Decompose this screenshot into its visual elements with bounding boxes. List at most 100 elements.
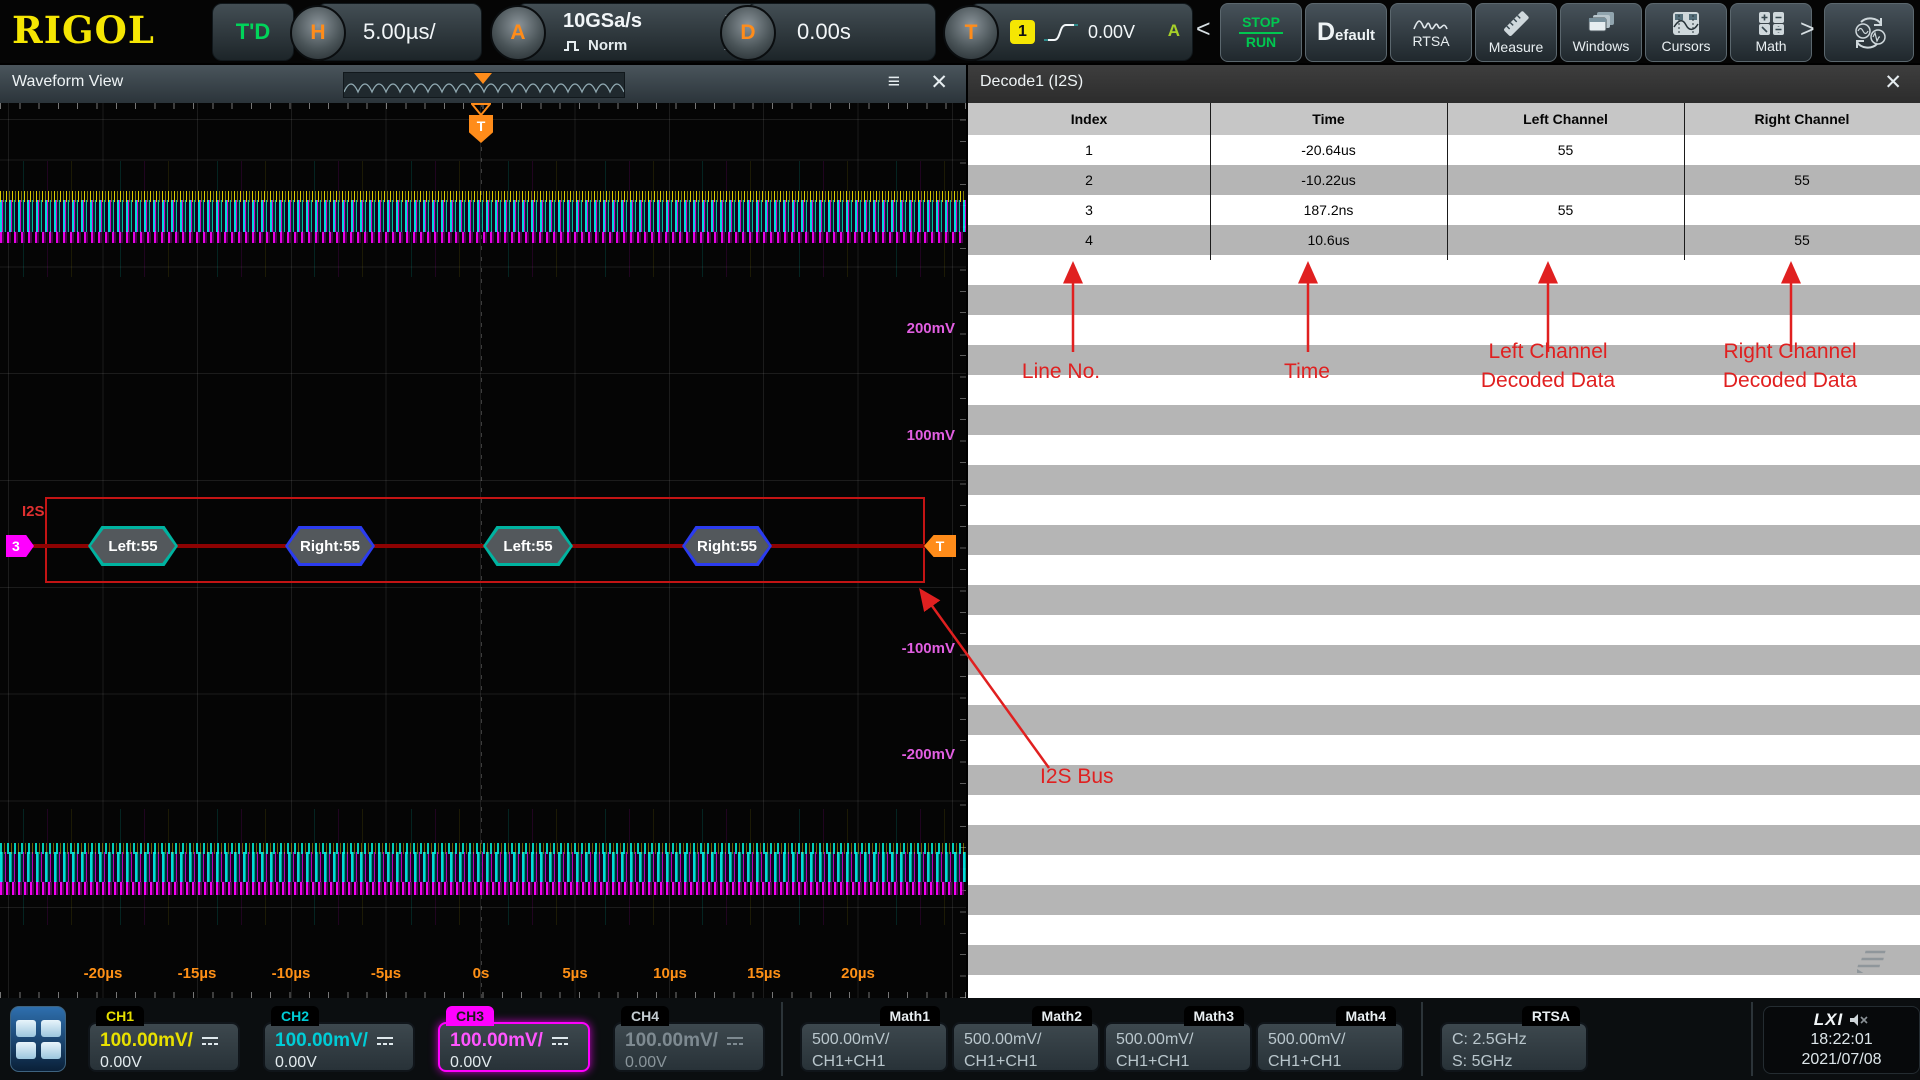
cell-left	[1447, 165, 1684, 195]
i2s-packet-left: Left:55	[88, 526, 178, 566]
math-tab: Math4	[1336, 1006, 1396, 1026]
rtsa-label: RTSA	[1412, 33, 1449, 49]
channel-block-ch1[interactable]: CH1 100.00mV/ 0.00V	[88, 1006, 240, 1072]
speaker-mute-icon	[1849, 1013, 1869, 1027]
channel-tab: CH1	[96, 1006, 144, 1026]
time-label: 5µs	[543, 965, 607, 982]
column-separator	[1210, 103, 1211, 260]
trigger-knob-label: T	[965, 21, 978, 45]
table-row[interactable]: 3 187.2ns 55	[968, 195, 1920, 225]
time-label: -20µs	[71, 965, 135, 982]
trigger-position-triangle	[471, 103, 491, 116]
system-status-block[interactable]: LXI 18:22:01 2021/07/08	[1763, 1006, 1920, 1074]
cell-index: 1	[968, 135, 1210, 165]
math-block-math1[interactable]: Math1 500.00mV/ CH1+CH1	[800, 1006, 948, 1072]
scroll-list-icon[interactable]	[1853, 945, 1891, 973]
waveform-trace-band-top	[0, 191, 966, 243]
time-label: -10µs	[259, 965, 323, 982]
app-grid-button[interactable]	[10, 1006, 66, 1072]
i2s-bus-highlight-rect	[45, 497, 925, 583]
menu-icon[interactable]: ≡	[888, 70, 900, 94]
bus-source-marker[interactable]: 3	[6, 535, 34, 557]
run-label: RUN	[1246, 34, 1276, 50]
default-button[interactable]: D efault	[1305, 3, 1387, 62]
volt-label: 100mV	[855, 427, 955, 444]
column-header: Time	[1210, 103, 1447, 135]
system-date: 2021/07/08	[1764, 1050, 1919, 1070]
close-icon[interactable]: ✕	[1884, 70, 1902, 95]
i2s-packet-value: Right:55	[288, 529, 372, 563]
volt-label: -100mV	[855, 640, 955, 657]
rtsa-block[interactable]: RTSA C: 2.5GHz S: 5GHz	[1440, 1006, 1588, 1072]
column-header: Index	[968, 103, 1210, 135]
windows-button[interactable]: Windows	[1560, 3, 1642, 62]
delay-knob[interactable]: D	[720, 5, 776, 61]
channel-block-ch4[interactable]: CH4 100.00mV/ 0.00V	[613, 1006, 765, 1072]
sample-rate-value: 10GSa/s	[563, 10, 642, 33]
rtsa-button[interactable]: RTSA	[1390, 3, 1472, 62]
mode-switch-button[interactable]	[1824, 3, 1914, 62]
ruler-icon	[1501, 11, 1531, 37]
annotation-time: Time	[1247, 357, 1367, 386]
time-label: 0s	[449, 965, 513, 982]
lxi-logo: LXI	[1814, 1010, 1843, 1030]
annotation-line-no: Line No.	[1001, 357, 1121, 386]
run-stop-button[interactable]: STOP RUN	[1220, 3, 1302, 62]
rising-edge-icon	[1040, 17, 1082, 47]
cursors-button[interactable]: Cursors	[1645, 3, 1727, 62]
channel-block-ch2[interactable]: CH2 100.00mV/ 0.00V	[263, 1006, 415, 1072]
measure-button[interactable]: Measure	[1475, 3, 1557, 62]
waveform-title: Waveform View	[12, 73, 123, 91]
trigger-status-badge: T'D	[212, 3, 294, 61]
channel-scale: 100.00mV/	[100, 1030, 193, 1052]
decode-title: Decode1 (I2S)	[980, 73, 1083, 91]
volt-label: 200mV	[855, 320, 955, 337]
math-block-math3[interactable]: Math3 500.00mV/ CH1+CH1	[1104, 1006, 1252, 1072]
bus-trigger-level-marker[interactable]: T	[924, 535, 956, 557]
acquire-knob[interactable]: A	[490, 5, 546, 61]
math-scale: 500.00mV/	[964, 1029, 1098, 1051]
decode-header: Decode1 (I2S) ✕	[968, 65, 1920, 104]
math-block-math2[interactable]: Math2 500.00mV/ CH1+CH1	[952, 1006, 1100, 1072]
table-row[interactable]: 1 -20.64us 55	[968, 135, 1920, 165]
waveform-trace-band-bottom	[0, 843, 966, 895]
channel-tab: CH4	[621, 1006, 669, 1026]
horizontal-knob[interactable]: H	[290, 5, 346, 61]
waveform-grid[interactable]: T 200mV 100mV -100mV -200mV I2S Left:55 …	[0, 103, 966, 998]
spectrum-icon	[1413, 16, 1449, 31]
channel-tab: CH2	[271, 1006, 319, 1026]
switch-arrows-icon	[1847, 15, 1891, 51]
trigger-position-flag[interactable]: T	[469, 115, 493, 143]
run-stop-label: STOP RUN	[1239, 14, 1283, 52]
pulse-icon	[563, 39, 583, 52]
windows-icon	[1586, 11, 1616, 36]
i2s-packet-value: Right:55	[685, 529, 769, 563]
nav-right-chevron[interactable]: >	[1800, 15, 1815, 44]
math-block-math4[interactable]: Math4 500.00mV/ CH1+CH1	[1256, 1006, 1404, 1072]
timebase-trigger-marker[interactable]	[474, 73, 492, 84]
annotation-i2s-bus: I2S Bus	[1040, 762, 1190, 791]
channel-block-ch3-selected[interactable]: CH3 100.00mV/ 0.00V	[438, 1006, 590, 1072]
close-icon[interactable]: ✕	[930, 70, 948, 95]
trigger-source-badge: 1	[1010, 20, 1035, 44]
trigger-knob[interactable]: T	[943, 5, 999, 61]
horizontal-scale-value: 5.00µs/	[363, 4, 436, 60]
table-row[interactable]: 2 -10.22us 55	[968, 165, 1920, 195]
time-label: 10µs	[638, 965, 702, 982]
decode-table-panel: Decode1 (I2S) ✕ Index Time Left Channel …	[968, 65, 1920, 998]
math-scale: 500.00mV/	[1116, 1029, 1250, 1051]
timebase-overview-strip[interactable]	[343, 72, 625, 98]
system-time: 18:22:01	[1764, 1030, 1919, 1050]
nav-left-chevron[interactable]: <	[1196, 15, 1211, 44]
i2s-packet-value: Left:55	[486, 529, 570, 563]
channel-offset: 0.00V	[100, 1054, 238, 1072]
trigger-panel[interactable]: 1 0.00V A	[969, 3, 1193, 61]
math-tab: Math1	[880, 1006, 940, 1026]
time-label: -15µs	[165, 965, 229, 982]
math-tab: Math2	[1032, 1006, 1092, 1026]
table-row[interactable]: 4 10.6us 55	[968, 225, 1920, 255]
windows-label: Windows	[1573, 38, 1630, 54]
stop-label: STOP	[1239, 14, 1283, 35]
cell-time: 10.6us	[1210, 225, 1447, 255]
rtsa-tab: RTSA	[1522, 1006, 1580, 1026]
